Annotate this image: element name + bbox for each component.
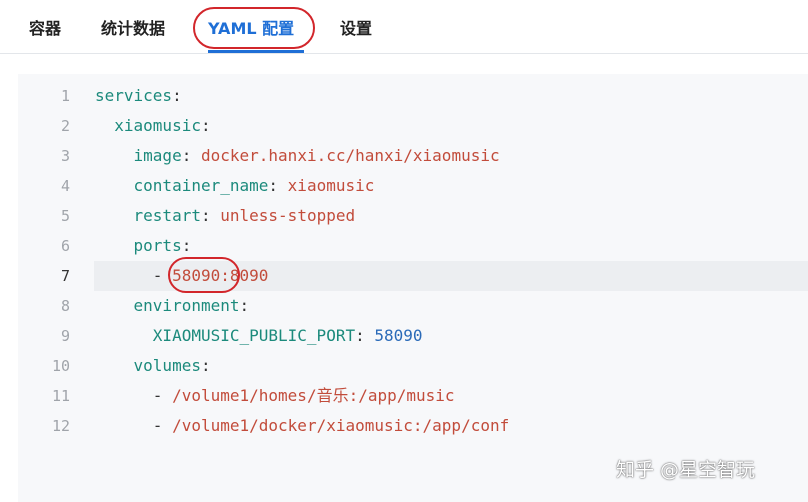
code-text: - /volume1/docker/xiaomusic:/app/conf xyxy=(95,411,509,441)
code-text: services: xyxy=(95,81,182,111)
tab-yaml-config[interactable]: YAML 配置 xyxy=(208,15,294,39)
watermark: 知乎 @星空智玩 xyxy=(616,459,756,481)
yaml-key: image xyxy=(133,146,182,165)
code-text: environment: xyxy=(95,291,250,321)
active-tab-indicator xyxy=(208,50,304,53)
yaml-colon: : xyxy=(200,116,211,135)
line-number: 7 xyxy=(60,267,70,285)
yaml-colon: : xyxy=(200,206,211,225)
line-number: 10 xyxy=(51,357,70,375)
yaml-colon: : xyxy=(181,146,192,165)
yaml-string-value: /volume1/homes/音乐:/app/music xyxy=(172,386,455,405)
line-number: 2 xyxy=(60,117,70,135)
line-number: 8 xyxy=(60,297,70,315)
line-number: 3 xyxy=(60,147,70,165)
yaml-string-value: xiaomusic xyxy=(287,176,375,195)
yaml-key: xiaomusic xyxy=(114,116,201,135)
yaml-colon: : xyxy=(181,236,192,255)
code-line: 4 container_name: xiaomusic xyxy=(18,171,808,201)
yaml-colon: : xyxy=(200,356,211,375)
yaml-colon: : xyxy=(355,326,365,345)
yaml-list-dash: - xyxy=(152,266,163,285)
code-line: 9 XIAOMUSIC_PUBLIC_PORT: 58090 xyxy=(18,321,808,351)
code-line: 3 image: docker.hanxi.cc/hanxi/xiaomusic xyxy=(18,141,808,171)
code-text: restart: unless-stopped xyxy=(95,201,356,231)
yaml-number-value: 58090 xyxy=(374,326,423,345)
yaml-key: environment xyxy=(133,296,240,315)
line-number: 6 xyxy=(60,237,70,255)
yaml-key: ports xyxy=(133,236,182,255)
code-text: image: docker.hanxi.cc/hanxi/xiaomusic xyxy=(95,141,500,171)
yaml-key: container_name xyxy=(133,176,269,195)
yaml-key: restart xyxy=(133,206,201,225)
line-number: 5 xyxy=(60,207,70,225)
code-text: XIAOMUSIC_PUBLIC_PORT: 58090 xyxy=(95,321,423,351)
yaml-key: XIAOMUSIC_PUBLIC_PORT xyxy=(152,326,356,345)
yaml-colon: : xyxy=(268,176,279,195)
tab-statistics[interactable]: 统计数据 xyxy=(101,15,165,39)
yaml-list-dash: - xyxy=(152,416,163,435)
code-line: 8 environment: xyxy=(18,291,808,321)
code-line: 2 xiaomusic: xyxy=(18,111,808,141)
line-number: 4 xyxy=(60,177,70,195)
code-text: container_name: xiaomusic xyxy=(95,171,375,201)
yaml-string-value: 58090:8090 xyxy=(172,266,269,285)
yaml-colon: : xyxy=(239,296,250,315)
line-number: 9 xyxy=(60,327,70,345)
yaml-string-value: /volume1/docker/xiaomusic:/app/conf xyxy=(172,416,510,435)
line-number: 12 xyxy=(51,417,70,435)
yaml-string-value: unless-stopped xyxy=(220,206,356,225)
yaml-editor[interactable]: 1 services: 2 xiaomusic: 3 image: docker… xyxy=(18,74,808,502)
code-line: 1 services: xyxy=(18,81,808,111)
code-text: - 58090:8090 xyxy=(95,261,269,291)
code-line-highlighted: 7 - 58090:8090 xyxy=(18,261,808,291)
yaml-string-value: docker.hanxi.cc/hanxi/xiaomusic xyxy=(200,146,500,165)
code-line: 5 restart: unless-stopped xyxy=(18,201,808,231)
tab-settings[interactable]: 设置 xyxy=(340,15,372,39)
yaml-key: volumes xyxy=(133,356,201,375)
code-text: volumes: xyxy=(95,351,211,381)
line-number: 11 xyxy=(51,387,70,405)
yaml-key: services xyxy=(95,86,173,105)
code-line: 10 volumes: xyxy=(18,351,808,381)
yaml-colon: : xyxy=(172,86,182,105)
code-text: ports: xyxy=(95,231,192,261)
code-text: - /volume1/homes/音乐:/app/music xyxy=(95,381,455,411)
yaml-list-dash: - xyxy=(152,386,163,405)
code-text: xiaomusic: xyxy=(95,111,211,141)
code-line: 6 ports: xyxy=(18,231,808,261)
tab-bar: 容器 统计数据 YAML 配置 设置 xyxy=(0,0,808,54)
code-line: 12 - /volume1/docker/xiaomusic:/app/conf xyxy=(18,411,808,441)
tab-container[interactable]: 容器 xyxy=(29,15,61,39)
code-line: 11 - /volume1/homes/音乐:/app/music xyxy=(18,381,808,411)
line-number: 1 xyxy=(60,87,70,105)
